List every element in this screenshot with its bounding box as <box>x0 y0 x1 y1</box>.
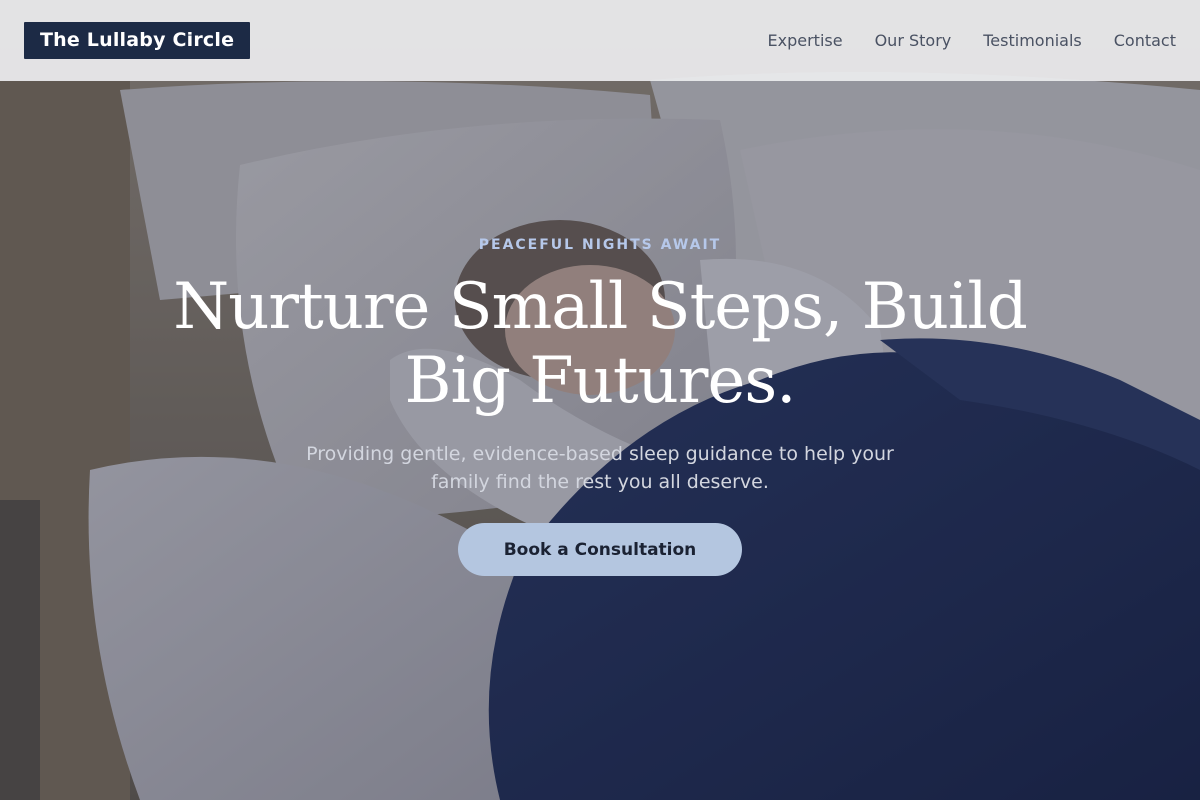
hero-eyebrow: PEACEFUL NIGHTS AWAIT <box>478 237 722 253</box>
book-consultation-button[interactable]: Book a Consultation <box>458 523 742 576</box>
landing-page: The Lullaby Circle Expertise Our Story T… <box>0 0 1200 800</box>
hero-subtitle: Providing gentle, evidence-based sleep g… <box>306 443 894 493</box>
top-navigation-bar: The Lullaby Circle Expertise Our Story T… <box>0 0 1200 81</box>
nav-link-contact[interactable]: Contact <box>1114 31 1176 50</box>
main-nav: Expertise Our Story Testimonials Contact <box>768 31 1176 50</box>
nav-link-testimonials[interactable]: Testimonials <box>983 31 1082 50</box>
nav-link-expertise[interactable]: Expertise <box>768 31 843 50</box>
brand-logo[interactable]: The Lullaby Circle <box>24 22 251 59</box>
hero-headline: Nurture Small Steps, Build Big Futures. <box>173 270 1028 418</box>
nav-link-our-story[interactable]: Our Story <box>875 31 952 50</box>
